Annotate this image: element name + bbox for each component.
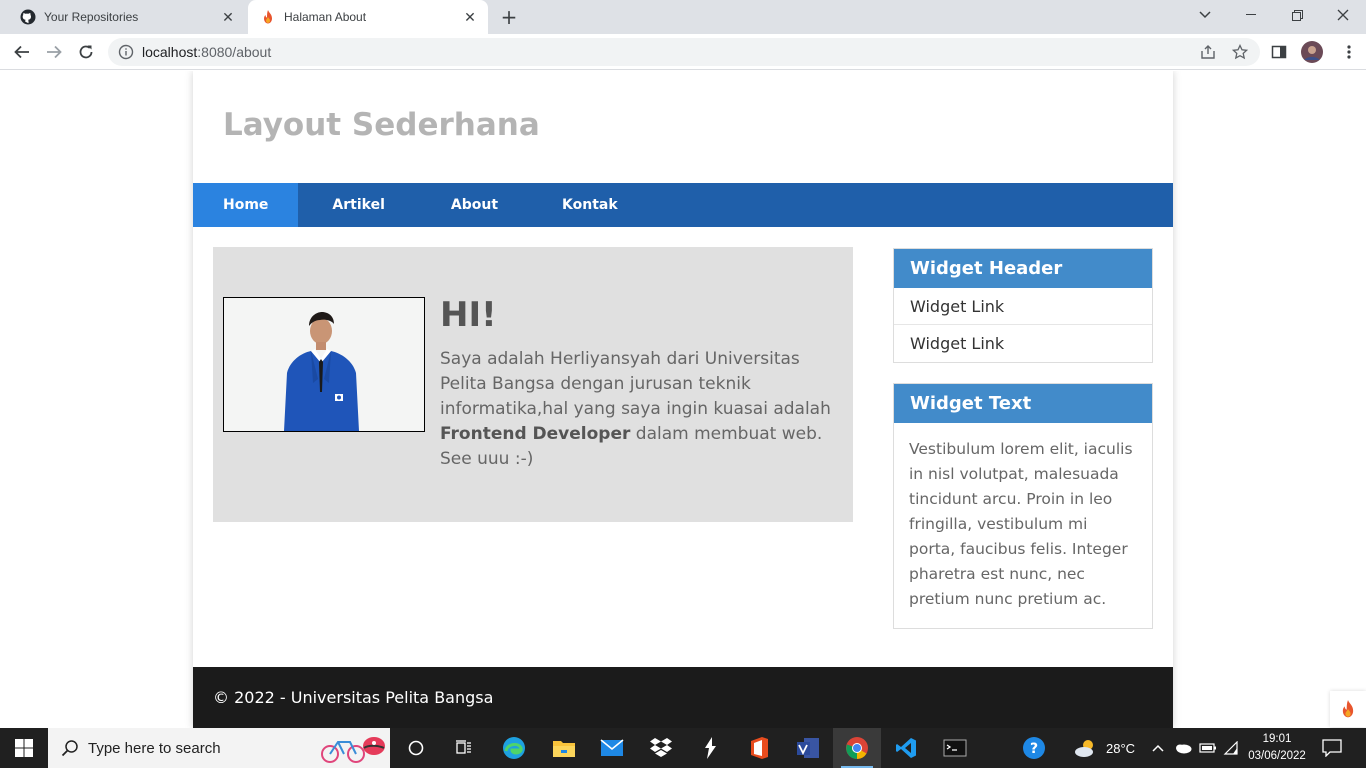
- taskbar: Type here to search ? 28°C 19:01 03/06/2…: [0, 728, 1366, 768]
- edge-icon[interactable]: [490, 728, 538, 768]
- menu-icon[interactable]: [1336, 39, 1362, 65]
- tab-search-icon[interactable]: [1182, 0, 1228, 30]
- vscode-icon[interactable]: [882, 728, 930, 768]
- terminal-icon[interactable]: [931, 728, 979, 768]
- chrome-icon[interactable]: [833, 728, 881, 768]
- search-placeholder: Type here to search: [88, 739, 221, 757]
- profile-avatar[interactable]: [1299, 39, 1325, 65]
- widget-text-body: Vestibulum lorem elit, iaculis in nisl v…: [909, 440, 1133, 608]
- minimize-button[interactable]: [1228, 0, 1274, 30]
- side-panel-icon[interactable]: [1266, 39, 1292, 65]
- main-nav: Home Artikel About Kontak: [193, 183, 1173, 227]
- system-clock[interactable]: 19:01 03/06/2022: [1244, 731, 1310, 765]
- search-icon: [60, 738, 80, 758]
- profile-photo: [223, 297, 425, 432]
- url-text: localhost:8080/about: [142, 44, 272, 60]
- close-window-button[interactable]: [1320, 0, 1366, 30]
- tab-label: Halaman About: [284, 10, 367, 24]
- widget-link[interactable]: Widget Link: [894, 288, 1152, 325]
- close-icon[interactable]: ✕: [460, 7, 480, 27]
- help-icon[interactable]: ?: [1022, 728, 1046, 768]
- share-icon[interactable]: [1195, 39, 1221, 65]
- tab-your-repositories[interactable]: Your Repositories ✕: [8, 0, 246, 34]
- browser-toolbar: localhost:8080/about: [0, 34, 1366, 70]
- notifications-icon[interactable]: [1322, 728, 1342, 768]
- site-footer: © 2022 - Universitas Pelita Bangsa: [193, 667, 1173, 728]
- temperature-text: 28°C: [1106, 740, 1136, 756]
- page-viewport: Layout Sederhana Home Artikel About Kont…: [0, 71, 1366, 728]
- nav-kontak[interactable]: Kontak: [530, 183, 650, 227]
- back-button[interactable]: [9, 39, 35, 65]
- file-explorer-icon[interactable]: [540, 728, 588, 768]
- dropbox-icon[interactable]: [637, 728, 685, 768]
- reload-button[interactable]: [73, 39, 99, 65]
- widget-header: Widget Header: [894, 249, 1152, 288]
- windows-start-icon[interactable]: [0, 728, 48, 768]
- new-tab-button[interactable]: +: [498, 5, 520, 29]
- hero-heading: HI!: [440, 295, 497, 335]
- page-container: Layout Sederhana Home Artikel About Kont…: [193, 71, 1173, 728]
- taskbar-search[interactable]: Type here to search: [48, 728, 390, 768]
- onedrive-icon[interactable]: [1174, 728, 1192, 768]
- site-title: Layout Sederhana: [223, 107, 540, 143]
- widget-text: Widget Text Vestibulum lorem elit, iacul…: [893, 383, 1153, 629]
- nav-home[interactable]: Home: [193, 183, 299, 227]
- widget-text-header: Widget Text: [894, 384, 1152, 423]
- devtools-flame-icon[interactable]: [1330, 691, 1366, 727]
- tab-strip: Your Repositories ✕ Halaman About ✕ +: [0, 0, 1366, 34]
- date-text: 03/06/2022: [1248, 750, 1306, 762]
- office-icon[interactable]: [735, 728, 783, 768]
- restore-button[interactable]: [1274, 0, 1320, 30]
- search-highlight-bike-icon: [318, 732, 386, 768]
- widget-links: Widget Header Widget Link Widget Link: [893, 248, 1153, 363]
- task-view-icon[interactable]: [440, 728, 488, 768]
- info-icon[interactable]: [118, 44, 134, 60]
- hero-text-bold: Frontend Developer: [440, 424, 631, 444]
- cloudy-sun-icon: [1075, 740, 1093, 757]
- wifi-icon[interactable]: [1223, 728, 1239, 768]
- widget-link[interactable]: Widget Link: [894, 325, 1152, 362]
- app-lightning-icon[interactable]: [686, 728, 734, 768]
- address-bar[interactable]: localhost:8080/about: [108, 38, 1260, 66]
- flame-icon: [260, 9, 276, 25]
- tray-overflow-icon[interactable]: [1152, 728, 1164, 768]
- nav-about[interactable]: About: [419, 183, 530, 227]
- hero-text: Saya adalah Herliyansyah dari Universita…: [440, 349, 831, 469]
- forward-button[interactable]: [41, 39, 67, 65]
- weather-widget[interactable]: 28°C: [1074, 728, 1135, 768]
- github-icon: [20, 9, 36, 25]
- battery-icon[interactable]: [1199, 728, 1217, 768]
- visio-icon[interactable]: [784, 728, 832, 768]
- hero-section: HI! Saya adalah Herliyansyah dari Univer…: [213, 247, 853, 522]
- nav-artikel[interactable]: Artikel: [298, 183, 418, 227]
- time-text: 19:01: [1262, 733, 1292, 745]
- mail-icon[interactable]: [588, 728, 636, 768]
- svg-text:?: ?: [1030, 741, 1038, 757]
- close-icon[interactable]: ✕: [218, 7, 238, 27]
- bookmark-star-icon[interactable]: [1227, 39, 1253, 65]
- tab-halaman-about[interactable]: Halaman About ✕: [248, 0, 488, 34]
- tab-label: Your Repositories: [44, 10, 139, 24]
- cortana-icon[interactable]: [392, 728, 440, 768]
